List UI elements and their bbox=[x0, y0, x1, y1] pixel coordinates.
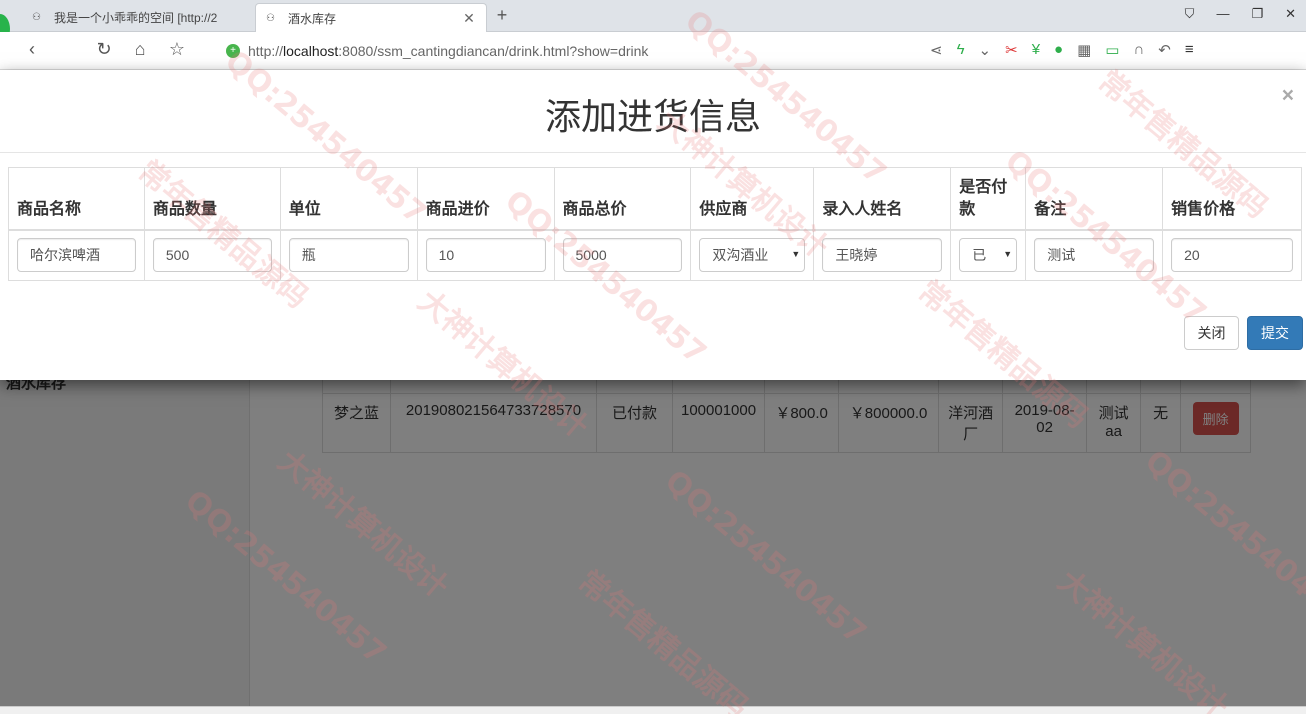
wechat-icon[interactable]: ● bbox=[1054, 41, 1063, 59]
headphones-icon[interactable]: ∩ bbox=[1133, 41, 1144, 59]
undo-icon[interactable]: ↶ bbox=[1158, 41, 1171, 59]
shirt-icon[interactable]: ⛉ bbox=[1185, 6, 1195, 22]
modal-close-icon[interactable]: × bbox=[1282, 84, 1294, 108]
column-header: 单位 bbox=[279, 167, 418, 231]
column-header: 销售价格 bbox=[1162, 167, 1302, 231]
column-header: 录入人姓名 bbox=[813, 167, 952, 231]
dropdown-arrow-icon: ▼ bbox=[791, 249, 801, 260]
form-cell bbox=[143, 229, 281, 281]
purchase-form-table: 商品名称 商品数量 单位 商品进价 商品总价 供应商 录入人姓名 是否付款 备注… bbox=[8, 167, 1302, 281]
battery-icon[interactable]: ▭ bbox=[1105, 41, 1119, 59]
scissors-icon[interactable]: ✂ bbox=[1005, 41, 1018, 59]
form-cell: 双沟酒业 ▼ bbox=[690, 229, 815, 281]
column-header: 供应商 bbox=[690, 167, 815, 231]
restore-icon[interactable]: ❐ bbox=[1251, 6, 1263, 22]
column-header: 商品进价 bbox=[416, 167, 555, 231]
shield-icon[interactable]: ¥ bbox=[1032, 41, 1040, 59]
apps-icon[interactable]: ▦ bbox=[1077, 41, 1091, 59]
url-host: localhost bbox=[283, 43, 339, 59]
url-rest: :8080/ssm_cantingdiancan/drink.html?show… bbox=[338, 43, 649, 59]
tab-close-icon[interactable]: ✕ bbox=[462, 10, 476, 27]
reload-icon[interactable]: ↻ bbox=[92, 39, 116, 60]
column-header: 商品数量 bbox=[143, 167, 281, 231]
unit-input[interactable] bbox=[288, 238, 409, 273]
supplier-selected-value: 双沟酒业 bbox=[712, 247, 769, 264]
form-row: 双沟酒业 ▼ 已 ▼ bbox=[8, 229, 1302, 281]
url-prefix: http:// bbox=[248, 43, 284, 59]
close-button[interactable]: 关闭 bbox=[1184, 316, 1239, 350]
modal-header: 添加进货信息 × bbox=[0, 70, 1306, 153]
window-controls: ⛉ — ❐ ✕ bbox=[1185, 6, 1296, 22]
column-header: 是否付款 bbox=[950, 167, 1027, 231]
form-cell bbox=[8, 229, 145, 281]
browser-tab-bar: ⚇ 我是一个小乖乖的空间 [http://2 ⚇ 酒水库存 ✕ + ⛉ — ❐ … bbox=[0, 0, 1306, 44]
form-cell bbox=[1025, 229, 1164, 281]
total-price-input[interactable] bbox=[562, 238, 683, 273]
dropdown-arrow-icon: ▼ bbox=[1003, 249, 1013, 260]
minimize-icon[interactable]: — bbox=[1216, 6, 1229, 22]
form-cell bbox=[416, 229, 555, 281]
address-bar-row: ‹ ↻ ⌂ ☆ + http://localhost:8080/ssm_cant… bbox=[0, 32, 1306, 70]
lightning-icon[interactable]: ϟ bbox=[957, 41, 965, 59]
paid-status-select[interactable]: 已 ▼ bbox=[959, 238, 1018, 273]
form-cell bbox=[553, 229, 692, 281]
status-bar bbox=[0, 706, 1306, 714]
tab-title: 酒水库存 bbox=[288, 11, 337, 26]
form-cell bbox=[279, 229, 418, 281]
note-input[interactable] bbox=[1034, 238, 1155, 273]
window-close-icon[interactable]: ✕ bbox=[1285, 6, 1296, 22]
form-cell bbox=[813, 229, 952, 281]
secure-icon: + bbox=[226, 44, 240, 58]
add-purchase-modal: 添加进货信息 × 商品名称 商品数量 单位 商品进价 商品总价 供应商 录入人姓… bbox=[0, 70, 1306, 380]
tab-favicon-icon: ⚇ bbox=[266, 12, 275, 24]
browser-tab-inactive[interactable]: ⚇ 我是一个小乖乖的空间 [http://2 bbox=[22, 3, 254, 32]
supplier-select[interactable]: 双沟酒业 ▼ bbox=[699, 238, 806, 273]
sale-price-input[interactable] bbox=[1171, 238, 1293, 273]
quantity-input[interactable] bbox=[152, 238, 272, 273]
form-cell bbox=[1162, 229, 1302, 281]
column-header: 商品总价 bbox=[553, 167, 692, 231]
url-field[interactable]: + http://localhost:8080/ssm_cantingdianc… bbox=[226, 38, 926, 64]
browser-tab-active[interactable]: ⚇ 酒水库存 ✕ bbox=[255, 3, 487, 32]
column-header: 商品名称 bbox=[8, 167, 145, 231]
column-header: 备注 bbox=[1025, 167, 1164, 231]
cost-price-input[interactable] bbox=[425, 238, 546, 273]
tab-favicon-icon: ⚇ bbox=[32, 12, 41, 23]
form-cell: 已 ▼ bbox=[950, 229, 1027, 281]
share-icon[interactable]: ⋖ bbox=[930, 41, 943, 59]
toolbar-icons: ⋖ ϟ ⌄ ✂ ¥ ● ▦ ▭ ∩ ↶ ≡ bbox=[930, 41, 1194, 59]
chevron-down-icon[interactable]: ⌄ bbox=[979, 41, 992, 59]
product-name-input[interactable] bbox=[17, 238, 136, 273]
paid-selected-value: 已 bbox=[972, 247, 987, 264]
star-icon[interactable]: ☆ bbox=[165, 39, 189, 60]
tab-title: 我是一个小乖乖的空间 [http://2 bbox=[54, 11, 218, 25]
submit-button[interactable]: 提交 bbox=[1247, 316, 1303, 350]
operator-name-input[interactable] bbox=[822, 238, 943, 273]
menu-icon[interactable]: ≡ bbox=[1185, 41, 1194, 59]
back-icon[interactable]: ‹ bbox=[20, 39, 44, 60]
new-tab-icon[interactable]: + bbox=[492, 5, 512, 26]
modal-title: 添加进货信息 bbox=[544, 96, 761, 137]
home-icon[interactable]: ⌂ bbox=[128, 39, 152, 60]
